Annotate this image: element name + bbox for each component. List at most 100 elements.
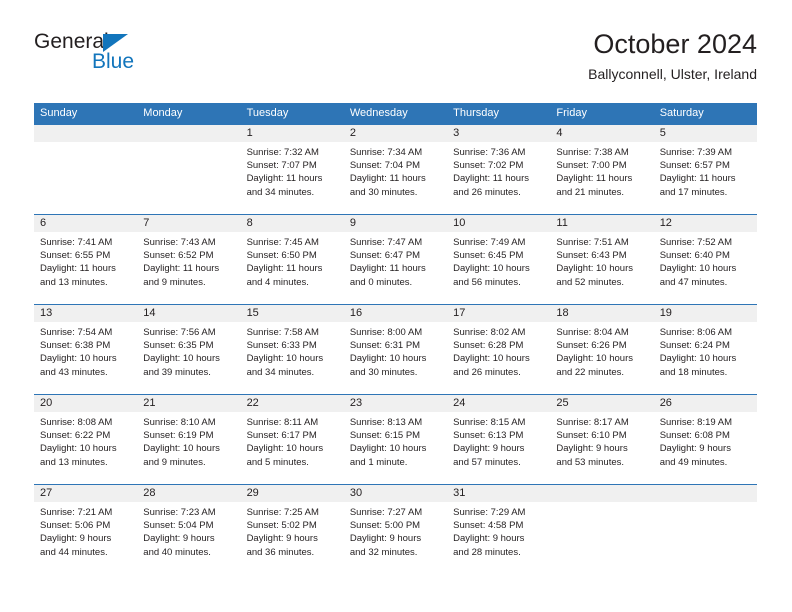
day-number[interactable]: 27 (34, 485, 137, 502)
day-cell[interactable]: Sunrise: 8:02 AM Sunset: 6:28 PM Dayligh… (447, 322, 550, 394)
day-number[interactable]: 21 (137, 395, 240, 412)
day-number[interactable]: 23 (344, 395, 447, 412)
day-number[interactable]: 9 (344, 215, 447, 232)
daylight-text-2: and 40 minutes. (143, 546, 211, 558)
day-number[interactable]: 19 (654, 305, 757, 322)
day-cell[interactable]: Sunrise: 7:45 AM Sunset: 6:50 PM Dayligh… (241, 232, 344, 304)
day-number[interactable] (34, 125, 137, 142)
day-cell[interactable]: Sunrise: 7:54 AM Sunset: 6:38 PM Dayligh… (34, 322, 137, 394)
day-number[interactable]: 14 (137, 305, 240, 322)
day-cell[interactable]: Sunrise: 8:10 AM Sunset: 6:19 PM Dayligh… (137, 412, 240, 484)
sunrise-text: Sunrise: 7:54 AM (40, 327, 113, 338)
day-cell[interactable]: Sunrise: 7:32 AM Sunset: 7:07 PM Dayligh… (241, 142, 344, 214)
day-cell[interactable]: Sunrise: 8:15 AM Sunset: 6:13 PM Dayligh… (447, 412, 550, 484)
day-number[interactable]: 6 (34, 215, 137, 232)
weekday-header-tuesday: Tuesday (246, 107, 289, 119)
day-cell[interactable]: Sunrise: 8:19 AM Sunset: 6:08 PM Dayligh… (654, 412, 757, 484)
page-subtitle: Ballyconnell, Ulster, Ireland (588, 66, 757, 82)
day-number-band: 27 28 29 30 31 (34, 485, 757, 502)
day-number[interactable]: 24 (447, 395, 550, 412)
day-cell[interactable]: Sunrise: 7:29 AM Sunset: 4:58 PM Dayligh… (447, 502, 550, 574)
weekday-header-sunday: Sunday (40, 107, 78, 119)
day-cell[interactable]: Sunrise: 8:06 AM Sunset: 6:24 PM Dayligh… (654, 322, 757, 394)
day-cell[interactable]: Sunrise: 7:47 AM Sunset: 6:47 PM Dayligh… (344, 232, 447, 304)
daylight-text-1: Daylight: 11 hours (246, 263, 323, 275)
daylight-text-1: Daylight: 10 hours (246, 443, 324, 455)
day-number[interactable]: 25 (550, 395, 653, 412)
day-cell[interactable]: Sunrise: 8:13 AM Sunset: 6:15 PM Dayligh… (344, 412, 447, 484)
day-number[interactable]: 28 (137, 485, 240, 502)
sunrise-text: Sunrise: 7:51 AM (556, 237, 629, 248)
day-cell[interactable]: Sunrise: 7:36 AM Sunset: 7:02 PM Dayligh… (447, 142, 550, 214)
day-number[interactable]: 2 (344, 125, 447, 142)
day-number[interactable]: 13 (34, 305, 137, 322)
day-cell[interactable]: Sunrise: 7:49 AM Sunset: 6:45 PM Dayligh… (447, 232, 550, 304)
day-number-band: 13 14 15 16 17 18 19 (34, 305, 757, 322)
weekday-header-wednesday: Wednesday (349, 107, 408, 119)
day-cell[interactable]: Sunrise: 8:08 AM Sunset: 6:22 PM Dayligh… (34, 412, 137, 484)
day-number[interactable]: 15 (241, 305, 344, 322)
daylight-text-2: and 22 minutes. (556, 366, 625, 378)
day-number[interactable]: 26 (654, 395, 757, 412)
day-cell[interactable] (550, 502, 653, 574)
day-cell[interactable] (34, 142, 137, 214)
day-cell[interactable]: Sunrise: 7:21 AM Sunset: 5:06 PM Dayligh… (34, 502, 137, 574)
day-cell[interactable]: Sunrise: 7:23 AM Sunset: 5:04 PM Dayligh… (137, 502, 240, 574)
sunrise-text: Sunrise: 8:02 AM (453, 327, 526, 338)
day-cell[interactable] (654, 502, 757, 574)
day-cell[interactable]: Sunrise: 8:11 AM Sunset: 6:17 PM Dayligh… (241, 412, 344, 484)
daylight-text-1: Daylight: 9 hours (246, 533, 318, 545)
day-cell[interactable]: Sunrise: 7:43 AM Sunset: 6:52 PM Dayligh… (137, 232, 240, 304)
day-number[interactable]: 8 (241, 215, 344, 232)
day-cell[interactable]: Sunrise: 7:27 AM Sunset: 5:00 PM Dayligh… (344, 502, 447, 574)
day-number[interactable]: 31 (447, 485, 550, 502)
calendar-grid: Sunday Monday Tuesday Wednesday Thursday… (34, 103, 757, 574)
day-cell[interactable]: Sunrise: 7:25 AM Sunset: 5:02 PM Dayligh… (241, 502, 344, 574)
daylight-text-2: and 52 minutes. (556, 276, 625, 288)
daylight-text-2: and 43 minutes. (40, 366, 108, 378)
day-number[interactable]: 22 (241, 395, 344, 412)
sunrise-text: Sunrise: 7:34 AM (349, 147, 423, 158)
day-number[interactable]: 20 (34, 395, 137, 412)
day-number[interactable] (654, 485, 757, 502)
day-number[interactable]: 4 (550, 125, 653, 142)
day-number[interactable]: 10 (447, 215, 550, 232)
daylight-text-1: Daylight: 9 hours (453, 443, 525, 455)
daylight-text-1: Daylight: 10 hours (556, 263, 633, 275)
sunrise-text: Sunrise: 7:47 AM (349, 237, 423, 248)
day-cell[interactable]: Sunrise: 7:51 AM Sunset: 6:43 PM Dayligh… (550, 232, 653, 304)
day-number[interactable]: 5 (654, 125, 757, 142)
day-number[interactable]: 29 (241, 485, 344, 502)
day-number[interactable]: 3 (447, 125, 550, 142)
day-cell[interactable] (137, 142, 240, 214)
day-cell[interactable]: Sunrise: 8:04 AM Sunset: 6:26 PM Dayligh… (550, 322, 653, 394)
day-cell[interactable]: Sunrise: 8:17 AM Sunset: 6:10 PM Dayligh… (550, 412, 653, 484)
day-number[interactable] (137, 125, 240, 142)
day-cell[interactable]: Sunrise: 8:00 AM Sunset: 6:31 PM Dayligh… (344, 322, 447, 394)
daylight-text-2: and 9 minutes. (143, 456, 206, 468)
day-cell[interactable]: Sunrise: 7:56 AM Sunset: 6:35 PM Dayligh… (137, 322, 240, 394)
day-cell[interactable]: Sunrise: 7:38 AM Sunset: 7:00 PM Dayligh… (550, 142, 653, 214)
sunset-text: Sunset: 6:33 PM (246, 340, 317, 352)
day-cell[interactable]: Sunrise: 7:34 AM Sunset: 7:04 PM Dayligh… (344, 142, 447, 214)
day-number-band: 1 2 3 4 5 (34, 125, 757, 142)
day-cell[interactable]: Sunrise: 7:52 AM Sunset: 6:40 PM Dayligh… (654, 232, 757, 304)
day-number[interactable]: 11 (550, 215, 653, 232)
day-cell[interactable]: Sunrise: 7:41 AM Sunset: 6:55 PM Dayligh… (34, 232, 137, 304)
day-number[interactable]: 1 (241, 125, 344, 142)
day-cell[interactable]: Sunrise: 7:39 AM Sunset: 6:57 PM Dayligh… (654, 142, 757, 214)
day-number[interactable] (550, 485, 653, 502)
sunset-text: Sunset: 6:31 PM (349, 340, 421, 352)
daylight-text-2: and 18 minutes. (659, 366, 728, 378)
day-cell[interactable]: Sunrise: 7:58 AM Sunset: 6:33 PM Dayligh… (241, 322, 344, 394)
day-number[interactable]: 7 (137, 215, 240, 232)
daylight-text-1: Daylight: 10 hours (659, 353, 737, 365)
sunset-text: Sunset: 6:26 PM (556, 340, 627, 352)
daylight-text-2: and 53 minutes. (556, 456, 625, 468)
calendar-page: General Blue October 2024 Ballyconnell, … (0, 0, 792, 612)
day-number[interactable]: 18 (550, 305, 653, 322)
day-number[interactable]: 17 (447, 305, 550, 322)
day-number[interactable]: 30 (344, 485, 447, 502)
day-number[interactable]: 12 (654, 215, 757, 232)
day-number[interactable]: 16 (344, 305, 447, 322)
